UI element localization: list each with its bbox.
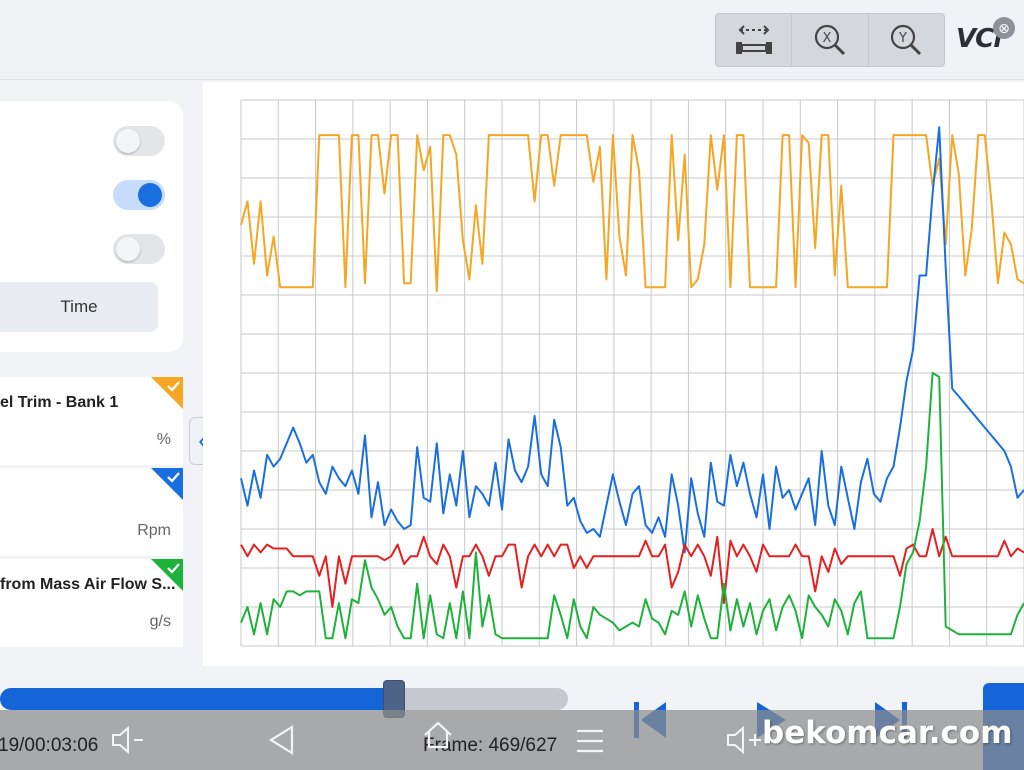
back-icon[interactable]: [266, 724, 298, 756]
parameter-card-fuel-trim[interactable]: el Trim - Bank 1 %: [0, 377, 183, 465]
playback-time: 19/00:03:06: [0, 735, 99, 756]
parameter-unit: %: [156, 431, 171, 448]
volume-up-icon[interactable]: [725, 725, 765, 755]
x-zoom-letter: X: [823, 31, 832, 46]
parameter-unit: Rpm: [137, 522, 171, 539]
y-zoom-button[interactable]: Y: [869, 14, 944, 66]
series-line-1: [240, 134, 1024, 293]
toggle-knob: [138, 183, 162, 207]
parameter-name: from Mass Air Flow S...: [0, 576, 176, 593]
series-line-4: [240, 372, 1024, 640]
toggle-knob: [116, 237, 140, 261]
parameter-card-rpm[interactable]: Rpm: [0, 468, 183, 556]
menu-icon[interactable]: [574, 726, 606, 756]
display-settings-card: s Time: [0, 101, 183, 352]
playback-progress-fill: [0, 688, 392, 710]
selected-check-icon: [151, 468, 183, 500]
live-data-graph[interactable]: [203, 82, 1024, 666]
parameter-card-maf[interactable]: from Mass Air Flow S... g/s: [0, 559, 183, 647]
settings-toggle-2[interactable]: [113, 180, 165, 210]
parameter-name: el Trim - Bank 1: [0, 394, 119, 411]
y-zoom-icon: Y: [891, 24, 922, 56]
x-zoom-icon: X: [814, 24, 846, 56]
time-axis-button[interactable]: Time: [0, 282, 158, 332]
fit-range-icon: [735, 25, 772, 54]
y-zoom-letter: Y: [898, 31, 907, 46]
home-icon[interactable]: [422, 720, 454, 750]
playback-progress-track[interactable]: [0, 688, 568, 710]
x-zoom-button[interactable]: X: [792, 14, 869, 66]
vci-disconnect-icon[interactable]: ⊗: [993, 17, 1015, 39]
fit-range-button[interactable]: [716, 14, 793, 66]
settings-toggle-1[interactable]: [113, 126, 165, 156]
parameter-unit: g/s: [149, 613, 171, 630]
series-line-2: [240, 126, 1024, 554]
watermark-text: bekomcar.com: [762, 715, 1013, 751]
graph-panel[interactable]: [203, 82, 1024, 666]
chart-tool-group: X Y: [715, 13, 945, 67]
settings-toggle-3[interactable]: [113, 234, 165, 264]
volume-down-icon[interactable]: [110, 725, 146, 755]
toggle-knob: [116, 129, 140, 153]
top-toolbar: X Y VCi ⊗: [0, 0, 1024, 80]
selected-check-icon: [151, 377, 183, 409]
